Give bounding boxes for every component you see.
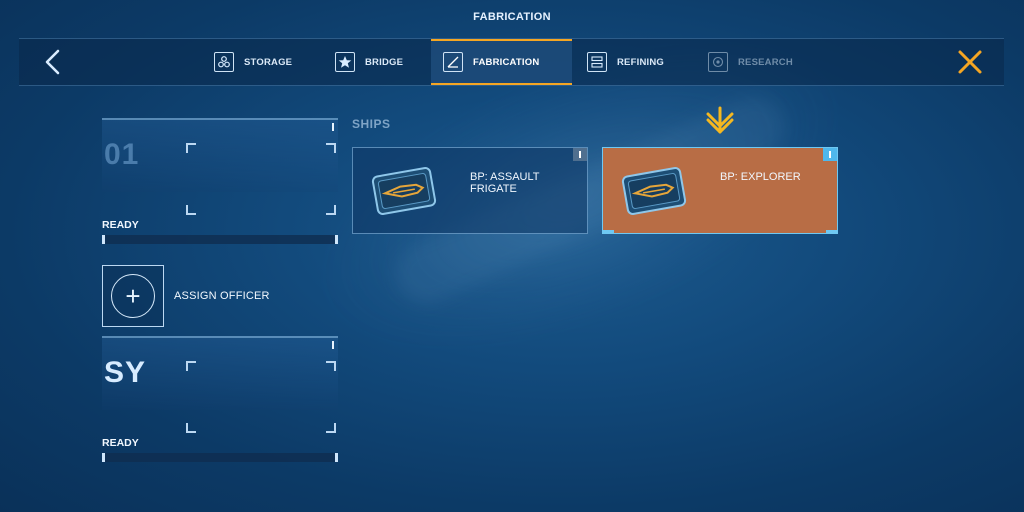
slot-status: READY [102,219,139,231]
tab-storage[interactable]: STORAGE [214,39,292,85]
slot-frame [186,143,336,215]
tab-storage-label: STORAGE [244,56,293,68]
back-button[interactable] [39,48,65,76]
blueprint-card-explorer[interactable]: BP: EXPLORER [602,147,838,234]
fabrication-icon [443,52,463,72]
close-button[interactable] [956,48,984,76]
tab-bridge[interactable]: BRIDGE [335,39,403,85]
research-icon [708,52,728,72]
fabrication-slot-sy[interactable]: SY READY [102,336,338,464]
assign-officer-button[interactable]: + ASSIGN OFFICER [102,265,270,327]
blueprint-title: BP: ASSAULT FRIGATE [470,171,540,195]
card-info-badge[interactable] [823,148,837,161]
assign-officer-box: + [102,265,164,327]
fabrication-slot-01[interactable]: 01 READY [102,118,338,246]
screen-title: FABRICATION [473,11,551,23]
tab-refining-label: REFINING [617,56,664,68]
plus-icon: + [111,274,155,318]
down-arrow-pointer-icon [706,106,734,134]
slot-marker [332,341,334,349]
refining-icon [587,52,607,72]
tab-fabrication[interactable]: FABRICATION [431,39,572,85]
chevron-left-icon [45,49,60,75]
tab-refining[interactable]: REFINING [587,39,664,85]
tab-research-label: RESEARCH [738,56,793,68]
star-icon [335,52,355,72]
slot-number: 01 [104,138,140,171]
selection-corner [826,230,838,234]
slot-progress-bar [102,235,338,244]
slot-progress-bar [102,453,338,462]
blueprint-title: BP: EXPLORER [720,171,801,183]
storage-icon [214,52,234,72]
section-title-ships: SHIPS [352,117,391,131]
slot-marker [332,123,334,131]
blueprint-card-assault-frigate[interactable]: BP: ASSAULT FRIGATE [352,147,588,234]
blueprint-icon [621,167,687,215]
slot-frame [186,361,336,433]
tab-research[interactable]: RESEARCH [708,39,793,85]
tab-fabrication-label: FABRICATION [473,56,540,68]
selection-corner [602,230,614,234]
tab-bridge-label: BRIDGE [365,56,404,68]
close-x-icon [958,50,982,74]
nav-bar: STORAGE BRIDGE FABRICATION REFINING RESE… [19,38,1004,86]
card-info-badge[interactable] [573,148,587,161]
blueprint-icon [371,167,437,215]
slot-number: SY [104,356,147,389]
slot-status: READY [102,437,139,449]
assign-officer-label: ASSIGN OFFICER [174,290,270,302]
